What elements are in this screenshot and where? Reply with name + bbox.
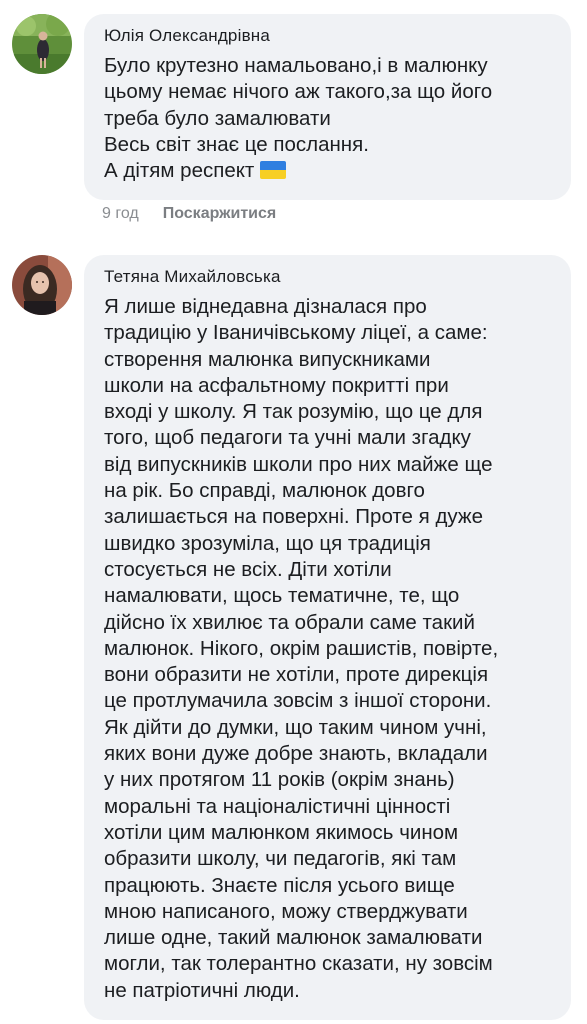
avatar[interactable]: [12, 255, 72, 315]
comment-meta: 9 год Поскаржитися: [102, 205, 276, 223]
comment-text: Я лише віднедавна дізналася про традицію…: [104, 295, 499, 1002]
report-button[interactable]: Поскаржитися: [163, 205, 277, 222]
comment-bubble: Юлія Олександрівна Було крутезно намальо…: [84, 14, 571, 201]
comment-bubble: Тетяна Михайловська Я лише віднедавна ді…: [84, 255, 571, 1021]
avatar[interactable]: [12, 14, 72, 74]
comment-author[interactable]: Тетяна Михайловська: [104, 267, 551, 287]
comment-time[interactable]: 9 год: [102, 205, 139, 222]
comment-text: Було крутезно намальовано,і в малюнку ць…: [104, 54, 493, 183]
comment-body: Було крутезно намальовано,і в малюнку ць…: [104, 53, 551, 184]
comment-author[interactable]: Юлія Олександрівна: [104, 26, 551, 46]
avatar-photo-icon: [12, 14, 72, 74]
avatar-photo-icon: [12, 255, 72, 315]
ukraine-flag-icon: [260, 161, 287, 180]
